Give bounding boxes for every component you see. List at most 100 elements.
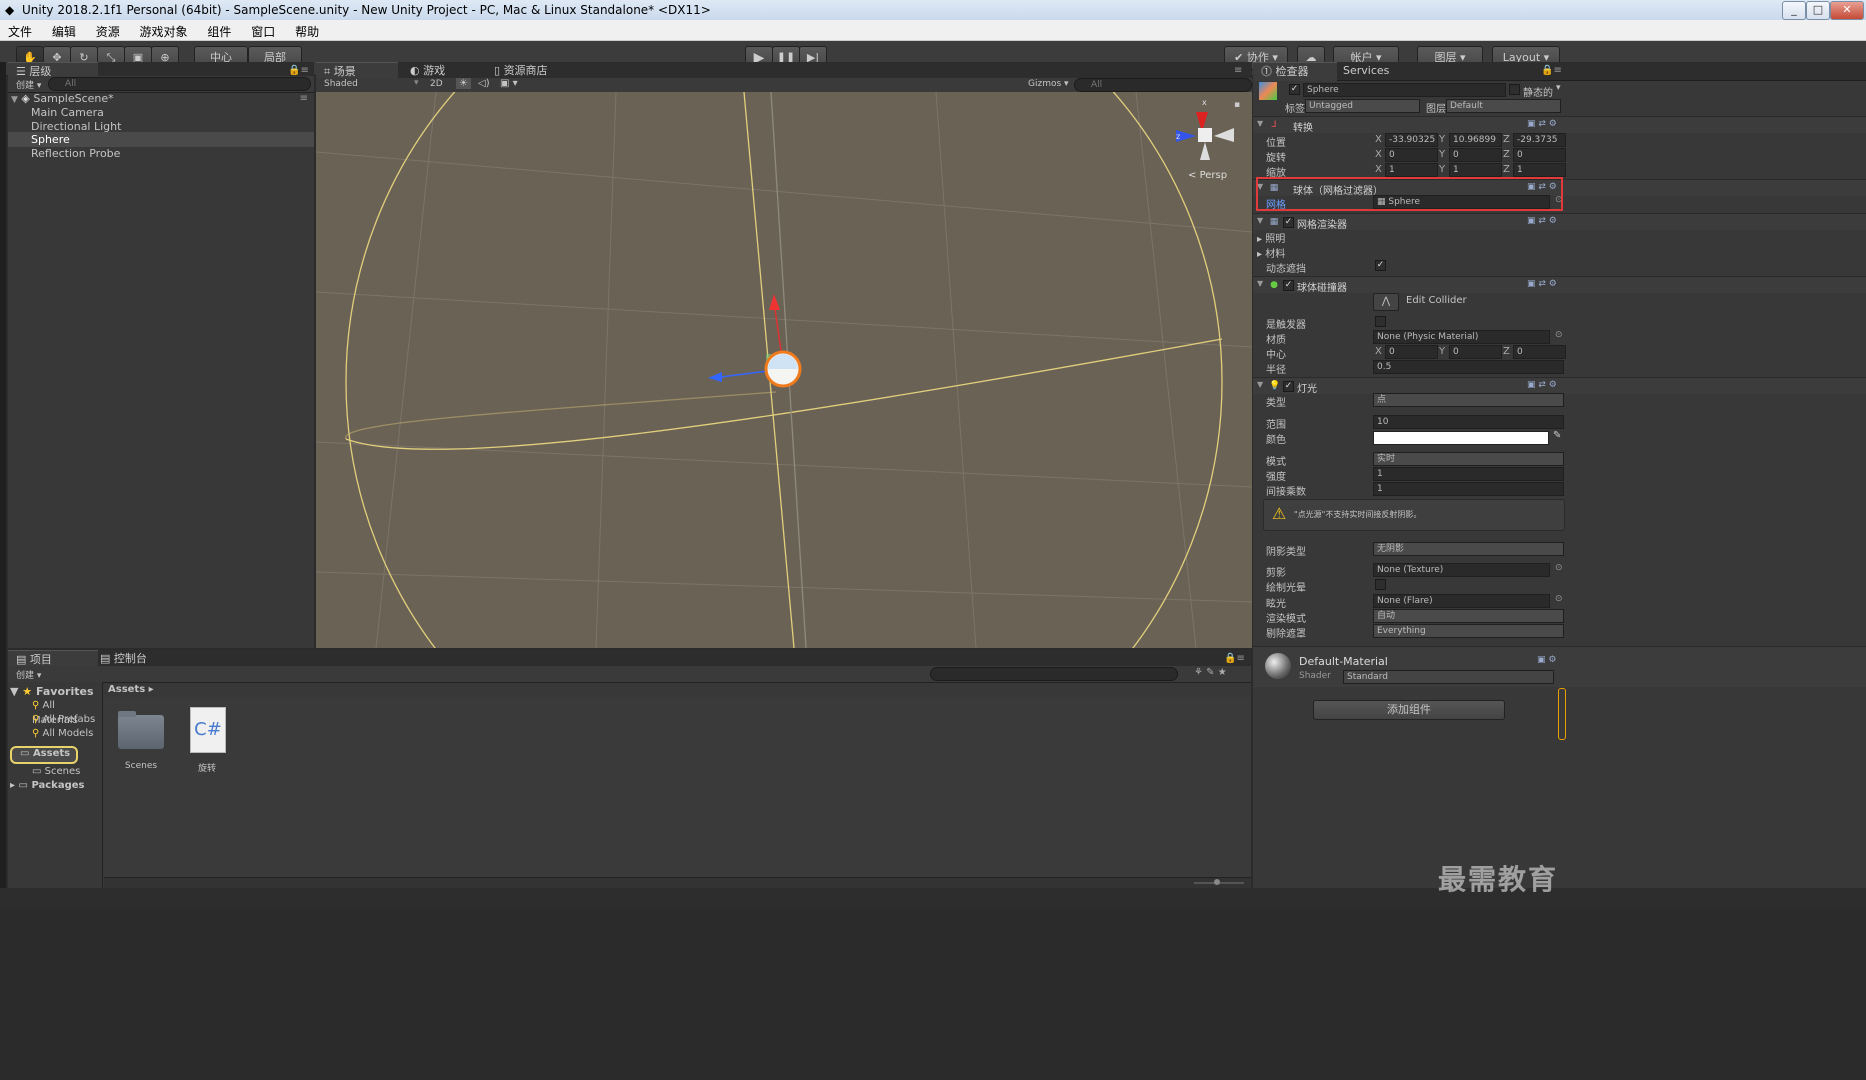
- object-picker-icon[interactable]: ⊙: [1555, 330, 1563, 340]
- material-header[interactable]: Default-Material Shader Standard ▣ ⚙: [1253, 646, 1866, 687]
- hierarchy-item[interactable]: Main Camera: [8, 105, 314, 120]
- radius-field[interactable]: 0.5: [1373, 360, 1564, 374]
- menu-file[interactable]: 文件: [0, 20, 40, 40]
- hierarchy-item[interactable]: Reflection Probe: [8, 146, 314, 161]
- center-y-field[interactable]: 0: [1449, 345, 1502, 359]
- packages-folder[interactable]: ▸ ▭ Packages: [10, 778, 84, 793]
- color-swatch[interactable]: [1373, 431, 1549, 445]
- filter-icons[interactable]: ⚘ ✎ ★: [1194, 667, 1227, 678]
- center-z-field[interactable]: 0: [1513, 345, 1566, 359]
- mesh-renderer-header[interactable]: ▼ ▦ ✓ 网格渲染器 ▣ ⇄ ⚙: [1253, 213, 1866, 231]
- breadcrumb[interactable]: Assets ▸: [108, 684, 154, 695]
- menu-component[interactable]: 组件: [199, 20, 239, 40]
- flare-field[interactable]: None (Flare): [1373, 594, 1550, 608]
- position-y-field[interactable]: 10.96899: [1449, 133, 1502, 147]
- sphere-collider-header[interactable]: ▼ ● ✓ 球体碰撞器 ▣ ⇄ ⚙: [1253, 276, 1866, 294]
- effects-dropdown-icon[interactable]: ▣ ▾: [500, 78, 518, 89]
- hierarchy-search-input[interactable]: All: [48, 77, 311, 91]
- scene-row[interactable]: ▼ ◈ SampleScene* ≡: [8, 91, 314, 106]
- component-settings-icon[interactable]: ▣ ⇄ ⚙: [1527, 380, 1557, 390]
- light-enabled-checkbox[interactable]: ✓: [1283, 381, 1294, 392]
- lighting-foldout[interactable]: ▸ 照明: [1257, 230, 1285, 245]
- render-mode-dropdown[interactable]: 自动: [1373, 609, 1564, 623]
- is-trigger-checkbox[interactable]: [1375, 316, 1386, 327]
- object-name-field[interactable]: Sphere: [1303, 83, 1506, 97]
- favorite-item[interactable]: ⚲ All Prefabs: [32, 712, 95, 727]
- asset-item[interactable]: Scenes: [116, 709, 166, 771]
- collapse-arrow-icon[interactable]: ▼: [1257, 279, 1263, 288]
- component-settings-icon[interactable]: ▣ ⇄ ⚙: [1527, 216, 1557, 226]
- component-settings-icon[interactable]: ▣ ⇄ ⚙: [1527, 279, 1557, 289]
- collapse-arrow-icon[interactable]: ▼: [1257, 216, 1263, 225]
- scene-viewport[interactable]: x z ▪ < Persp: [316, 92, 1252, 648]
- mode-dropdown[interactable]: 实时: [1373, 452, 1564, 466]
- hierarchy-item-selected[interactable]: Sphere: [8, 132, 314, 147]
- inspector-lock-icon[interactable]: 🔒≡: [1541, 65, 1562, 76]
- draw-halo-checkbox[interactable]: [1375, 579, 1386, 590]
- scenes-folder[interactable]: ▭ Scenes: [32, 764, 80, 779]
- projection-toggle[interactable]: < Persp: [1188, 170, 1227, 181]
- scale-y-field[interactable]: 1: [1449, 163, 1502, 177]
- range-field[interactable]: 10: [1373, 415, 1564, 429]
- add-component-button[interactable]: 添加组件: [1313, 700, 1505, 720]
- favorite-item[interactable]: ⚲ All Models: [32, 726, 93, 741]
- culling-mask-dropdown[interactable]: Everything: [1373, 624, 1564, 638]
- expand-arrow-icon[interactable]: ▼: [11, 95, 18, 105]
- position-z-field[interactable]: -29.3735: [1513, 133, 1566, 147]
- menu-help[interactable]: 帮助: [287, 20, 327, 40]
- close-button[interactable]: ✕: [1830, 1, 1864, 20]
- scale-x-field[interactable]: 1: [1385, 163, 1438, 177]
- 2d-toggle[interactable]: 2D: [430, 79, 443, 89]
- asset-item[interactable]: C# 旋转: [182, 705, 232, 774]
- menu-assets[interactable]: 资源: [88, 20, 128, 40]
- material-settings-icon[interactable]: ▣ ⚙: [1537, 655, 1556, 665]
- tab-services[interactable]: Services: [1335, 62, 1397, 80]
- eyedropper-icon[interactable]: ✎: [1553, 430, 1561, 441]
- active-checkbox[interactable]: ✓: [1289, 84, 1300, 95]
- scene-orientation-gizmo[interactable]: [1176, 112, 1234, 160]
- project-search-input[interactable]: [930, 667, 1178, 681]
- panel-lock-icon[interactable]: 🔒≡: [288, 65, 309, 76]
- dynamic-occlusion-checkbox[interactable]: ✓: [1375, 260, 1386, 271]
- tag-dropdown[interactable]: Untagged: [1305, 99, 1420, 113]
- gizmos-dropdown[interactable]: Gizmos ▾: [1028, 79, 1069, 89]
- tab-inspector[interactable]: ⓵ 检查器: [1253, 62, 1337, 81]
- audio-toggle-icon[interactable]: ◁): [478, 78, 490, 89]
- scene-lock-icon[interactable]: ▪: [1234, 100, 1240, 110]
- cookie-field[interactable]: None (Texture): [1373, 563, 1550, 577]
- shadow-type-dropdown[interactable]: 无阴影: [1373, 542, 1564, 556]
- minimize-button[interactable]: _: [1782, 1, 1806, 20]
- rotation-y-field[interactable]: 0: [1449, 148, 1502, 162]
- indirect-multiplier-field[interactable]: 1: [1373, 482, 1564, 496]
- transform-header[interactable]: ▼ ⅃ 转换 ▣ ⇄ ⚙: [1253, 116, 1866, 134]
- lighting-toggle-icon[interactable]: ☀: [456, 78, 471, 89]
- menu-edit[interactable]: 编辑: [44, 20, 84, 40]
- favorites-row[interactable]: ▼ ★ Favorites: [10, 684, 94, 699]
- collider-material-field[interactable]: None (Physic Material): [1373, 330, 1550, 344]
- favorite-item[interactable]: ⚲ All Materials: [32, 698, 102, 726]
- sphere-collider-enabled-checkbox[interactable]: ✓: [1283, 280, 1294, 291]
- inspector-scrollbar[interactable]: [1558, 688, 1566, 740]
- menu-window[interactable]: 窗口: [243, 20, 283, 40]
- object-picker-icon[interactable]: ⊙: [1555, 563, 1563, 573]
- edit-collider-icon[interactable]: ⋀: [1373, 293, 1399, 311]
- intensity-field[interactable]: 1: [1373, 467, 1564, 481]
- maximize-button[interactable]: □: [1806, 1, 1830, 20]
- position-x-field[interactable]: -33.90325: [1385, 133, 1438, 147]
- scene-panel-menu-icon[interactable]: ≡: [1234, 65, 1242, 76]
- light-type-dropdown[interactable]: 点: [1373, 393, 1564, 407]
- scene-search-input[interactable]: All: [1074, 78, 1252, 92]
- center-x-field[interactable]: 0: [1385, 345, 1438, 359]
- layer-dropdown[interactable]: Default: [1446, 99, 1561, 113]
- assets-folder-selected[interactable]: ▭ Assets: [10, 746, 78, 764]
- project-lock-icon[interactable]: 🔒≡: [1224, 653, 1245, 664]
- materials-foldout[interactable]: ▸ 材料: [1257, 245, 1285, 260]
- scene-menu-icon[interactable]: ≡: [300, 91, 308, 106]
- project-create-dropdown[interactable]: 创建 ▾: [16, 668, 41, 681]
- light-header[interactable]: ▼ 💡 ✓ 灯光 ▣ ⇄ ⚙: [1253, 377, 1866, 395]
- create-dropdown[interactable]: 创建 ▾: [16, 78, 41, 91]
- icon-size-slider-thumb[interactable]: [1214, 879, 1220, 885]
- static-dropdown-icon[interactable]: ▾: [1556, 83, 1561, 93]
- object-picker-icon[interactable]: ⊙: [1555, 594, 1563, 604]
- scale-z-field[interactable]: 1: [1513, 163, 1566, 177]
